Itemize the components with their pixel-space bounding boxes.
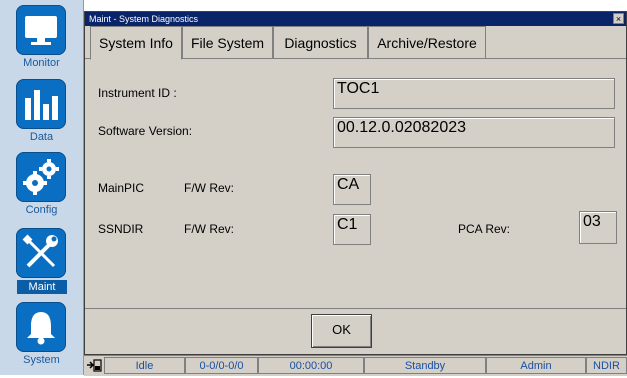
gears-icon	[16, 152, 66, 202]
tools-icon	[16, 228, 66, 278]
status-time: 00:00:00	[258, 357, 364, 374]
status-user[interactable]: Admin	[486, 357, 586, 374]
nav-data[interactable]: Data	[0, 74, 83, 146]
nav-data-label: Data	[29, 131, 54, 143]
ssndir-fw-field: C1	[333, 214, 371, 245]
close-icon[interactable]: ×	[613, 13, 624, 24]
nav-system-label: System	[23, 354, 60, 366]
tab-archive-restore[interactable]: Archive/Restore	[368, 26, 486, 59]
left-nav: Monitor Data Config Maint System	[0, 0, 84, 375]
ssndir-fw-label: F/W Rev:	[184, 222, 234, 236]
status-counter: 0-0/0-0/0	[185, 357, 258, 374]
tab-diagnostics[interactable]: Diagnostics	[273, 26, 368, 59]
tab-bar: System Info File System Diagnostics Arch…	[85, 26, 626, 60]
nav-monitor-label: Monitor	[23, 57, 60, 69]
nav-config-label: Config	[25, 204, 58, 216]
instrument-id-label: Instrument ID :	[98, 86, 177, 100]
status-mode: Standby	[364, 357, 486, 374]
dialog-title: Maint - System Diagnostics	[89, 14, 199, 24]
status-state: Idle	[104, 357, 185, 374]
software-version-label: Software Version:	[98, 124, 193, 138]
tab-system-info[interactable]: System Info	[90, 26, 182, 60]
dialog-titlebar: Maint - System Diagnostics ×	[85, 12, 626, 26]
tab-file-system[interactable]: File System	[182, 26, 273, 59]
monitor-icon	[16, 5, 66, 55]
ok-button[interactable]: OK	[311, 314, 372, 348]
software-version-field: 00.12.0.02082023	[333, 117, 615, 148]
button-bar: OK	[85, 308, 626, 355]
nav-system[interactable]: System	[0, 297, 83, 369]
login-icon[interactable]	[86, 358, 102, 373]
ssndir-label: SSNDIR	[98, 222, 144, 236]
pca-rev-field: 03	[579, 211, 617, 244]
mainpic-fw-field: CA	[333, 174, 371, 205]
status-detector: NDIR	[586, 357, 627, 374]
mainpic-label: MainPIC	[98, 181, 145, 195]
nav-monitor[interactable]: Monitor	[0, 0, 83, 72]
mainpic-fw-label: F/W Rev:	[184, 181, 234, 195]
nav-maint-label: Maint	[17, 280, 67, 294]
status-bar: Idle 0-0/0-0/0 00:00:00 Standby Admin ND…	[84, 355, 627, 376]
nav-maint[interactable]: Maint	[0, 223, 83, 295]
bar-chart-icon	[16, 79, 66, 129]
pca-rev-label: PCA Rev:	[458, 222, 511, 236]
system-diagnostics-dialog: Maint - System Diagnostics × System Info…	[84, 11, 627, 355]
bell-icon	[16, 302, 66, 352]
system-info-panel: Instrument ID : TOC1 Software Version: 0…	[85, 58, 626, 311]
nav-config[interactable]: Config	[0, 147, 83, 219]
instrument-id-field: TOC1	[333, 78, 615, 109]
